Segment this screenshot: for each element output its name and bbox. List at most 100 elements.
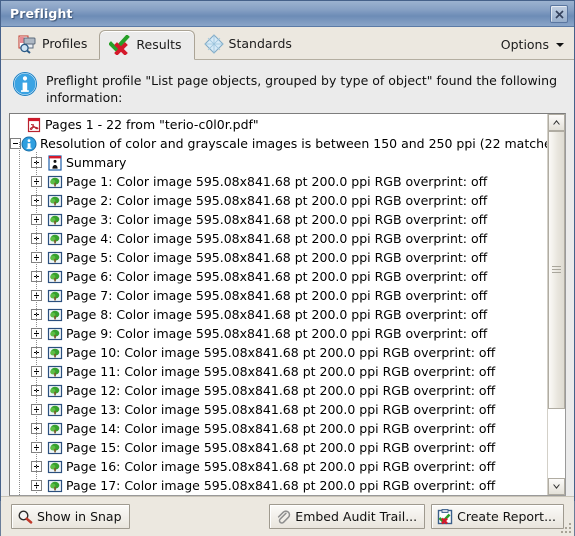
image-icon <box>47 365 63 378</box>
scroll-down-button[interactable] <box>548 478 565 495</box>
preflight-window: Preflight Profiles Results Standards Opt… <box>0 0 575 536</box>
tree-row-label: Page 17: Color image 595.08x841.68 pt 20… <box>66 477 496 493</box>
tree-row-label: Pages 1 - 22 from "terio-c0l0r.pdf" <box>45 116 259 132</box>
tree-row-label: Page 7: Color image 595.08x841.68 pt 200… <box>66 287 488 303</box>
resize-grip-icon[interactable] <box>560 522 572 534</box>
image-icon <box>47 175 63 188</box>
tree-row-child-10[interactable]: Page 10: Color image 595.08x841.68 pt 20… <box>10 343 547 362</box>
tree-row-child-12[interactable]: Page 12: Color image 595.08x841.68 pt 20… <box>10 381 547 400</box>
tab-strip: Profiles Results Standards Options <box>1 27 574 60</box>
paperclip-icon <box>278 509 291 524</box>
pdf-icon <box>27 117 41 132</box>
tab-label: Results <box>136 36 182 52</box>
scroll-track[interactable] <box>548 131 565 478</box>
image-icon <box>47 422 63 435</box>
embed-audit-trail-button[interactable]: Embed Audit Trail... <box>269 504 426 529</box>
image-icon <box>47 232 63 245</box>
diamond-icon <box>203 34 224 54</box>
tree-row-child-1[interactable]: Page 1: Color image 595.08x841.68 pt 200… <box>10 172 547 191</box>
tree-row-label: Page 6: Color image 595.08x841.68 pt 200… <box>66 268 488 284</box>
tree-row-child-9[interactable]: Page 9: Color image 595.08x841.68 pt 200… <box>10 324 547 343</box>
close-button[interactable] <box>550 5 568 23</box>
image-icon <box>47 194 63 207</box>
tree-row-child-11[interactable]: Page 11: Color image 595.08x841.68 pt 20… <box>10 362 547 381</box>
tree-row-label: Summary <box>66 154 127 170</box>
image-icon <box>47 289 63 302</box>
tree-row-child-16[interactable]: Page 16: Color image 595.08x841.68 pt 20… <box>10 457 547 476</box>
tree-guide-line <box>19 142 20 495</box>
tree-row-label: Page 16: Color image 595.08x841.68 pt 20… <box>66 458 496 474</box>
tree-row-label: Page 4: Color image 595.08x841.68 pt 200… <box>66 230 488 246</box>
tree-row-label: Page 5: Color image 595.08x841.68 pt 200… <box>66 249 488 265</box>
image-icon <box>47 251 63 264</box>
tab-standards[interactable]: Standards <box>195 29 304 59</box>
tree-row-child-4[interactable]: Page 4: Color image 595.08x841.68 pt 200… <box>10 229 547 248</box>
tab-profiles[interactable]: Profiles <box>8 29 99 59</box>
options-menu-button[interactable]: Options <box>501 37 564 52</box>
tree-row-label: Page 14: Color image 595.08x841.68 pt 20… <box>66 420 496 436</box>
image-icon <box>47 479 63 492</box>
title-bar: Preflight <box>1 1 574 27</box>
image-icon <box>47 327 63 340</box>
tree-guide-line-2 <box>36 152 37 494</box>
tab-label: Profiles <box>42 35 88 51</box>
scroll-thumb[interactable] <box>548 131 565 409</box>
tree-row-label: Resolution of color and grayscale images… <box>40 135 547 151</box>
vertical-scrollbar[interactable] <box>547 114 565 495</box>
image-icon <box>47 308 63 321</box>
printer-magnifier-icon <box>18 35 36 54</box>
tree-row-child-2[interactable]: Page 2: Color image 595.08x841.68 pt 200… <box>10 191 547 210</box>
results-tree: Pages 1 - 22 from "terio-c0l0r.pdf" Resol… <box>9 113 566 496</box>
tree-row-label: Page 15: Color image 595.08x841.68 pt 20… <box>66 439 496 455</box>
info-message: Preflight profile "List page objects, gr… <box>9 67 566 113</box>
caret-down-icon <box>556 42 564 47</box>
tree-row-label: Page 11: Color image 595.08x841.68 pt 20… <box>66 363 496 379</box>
scroll-up-button[interactable] <box>548 114 565 131</box>
window-title: Preflight <box>10 6 73 21</box>
chevron-up-icon <box>553 120 560 125</box>
info-text: Preflight profile "List page objects, gr… <box>46 73 558 105</box>
create-report-button[interactable]: Create Report... <box>431 504 564 529</box>
tree-row-child-17[interactable]: Page 17: Color image 595.08x841.68 pt 20… <box>10 476 547 495</box>
tree-row-child-14[interactable]: Page 14: Color image 595.08x841.68 pt 20… <box>10 419 547 438</box>
show-in-snap-button[interactable]: Show in Snap <box>11 504 130 529</box>
image-icon <box>47 213 63 226</box>
tree-row-label: Page 2: Color image 595.08x841.68 pt 200… <box>66 192 488 208</box>
tree-row-child-3[interactable]: Page 3: Color image 595.08x841.68 pt 200… <box>10 210 547 229</box>
tree-rows-container[interactable]: Pages 1 - 22 from "terio-c0l0r.pdf" Resol… <box>10 114 547 495</box>
tab-results[interactable]: Results <box>99 30 195 60</box>
image-icon <box>47 384 63 397</box>
chevron-down-icon <box>553 484 560 489</box>
image-icon <box>47 460 63 473</box>
button-label: Create Report... <box>457 509 556 524</box>
footer-toolbar: Show in Snap Embed Audit Trail... Create… <box>1 496 574 536</box>
tree-row-label: Page 3: Color image 595.08x841.68 pt 200… <box>66 211 488 227</box>
tree-row-group[interactable]: Resolution of color and grayscale images… <box>10 134 547 153</box>
info-blue-icon <box>21 136 37 151</box>
tree-row-label: Page 8: Color image 595.08x841.68 pt 200… <box>66 306 488 322</box>
tree-row-child-6[interactable]: Page 6: Color image 595.08x841.68 pt 200… <box>10 267 547 286</box>
tree-row-label: Page 12: Color image 595.08x841.68 pt 20… <box>66 382 496 398</box>
image-icon <box>47 346 63 359</box>
image-icon <box>47 403 63 416</box>
tree-row-child-0[interactable]: Summary <box>10 153 547 172</box>
tree-row-child-13[interactable]: Page 13: Color image 595.08x841.68 pt 20… <box>10 400 547 419</box>
results-body: Preflight profile "List page objects, gr… <box>1 60 574 496</box>
tree-row-child-5[interactable]: Page 5: Color image 595.08x841.68 pt 200… <box>10 248 547 267</box>
tree-row-root[interactable]: Pages 1 - 22 from "terio-c0l0r.pdf" <box>10 115 547 134</box>
image-icon <box>47 441 63 454</box>
button-label: Show in Snap <box>37 509 122 524</box>
tree-row-child-8[interactable]: Page 8: Color image 595.08x841.68 pt 200… <box>10 305 547 324</box>
tree-row-label: Page 9: Color image 595.08x841.68 pt 200… <box>66 325 488 341</box>
tree-row-label: Page 10: Color image 595.08x841.68 pt 20… <box>66 344 496 360</box>
tree-row-child-7[interactable]: Page 7: Color image 595.08x841.68 pt 200… <box>10 286 547 305</box>
tree-row-label: Page 13: Color image 595.08x841.68 pt 20… <box>66 401 496 417</box>
info-icon <box>12 71 38 101</box>
magnifier-icon <box>18 509 33 524</box>
tab-label: Standards <box>228 35 292 51</box>
image-icon <box>47 270 63 283</box>
grip-lines-icon <box>552 264 561 275</box>
options-label: Options <box>500 37 549 52</box>
tree-row-child-15[interactable]: Page 15: Color image 595.08x841.68 pt 20… <box>10 438 547 457</box>
report-check-icon <box>437 508 453 524</box>
